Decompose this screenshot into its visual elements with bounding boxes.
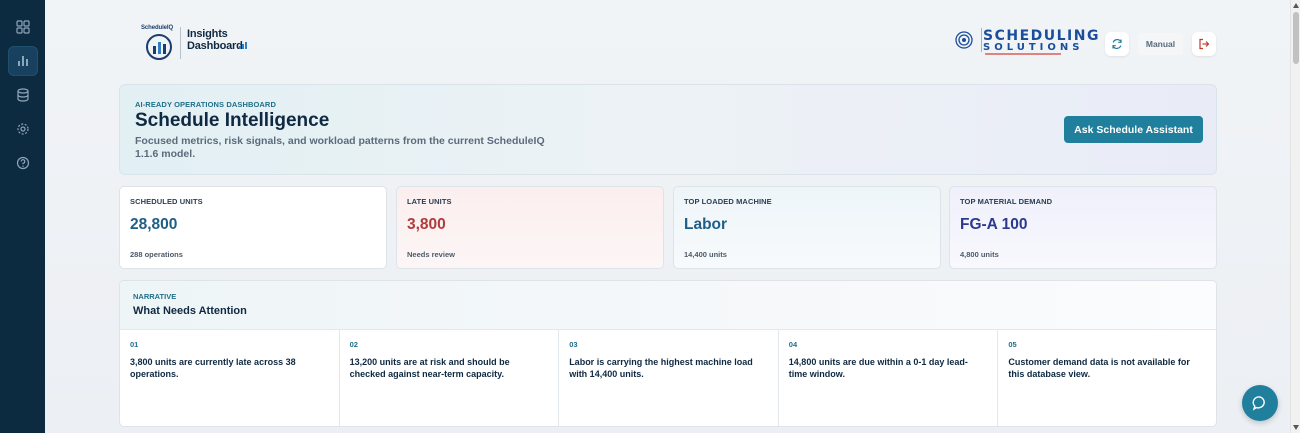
grid-icon	[16, 20, 30, 34]
page-scrollbar[interactable]	[1290, 0, 1300, 433]
logout-icon	[1199, 38, 1210, 50]
narrative-title: What Needs Attention	[133, 305, 247, 317]
brand-logo: ScheduleIQ Insights Dashboard	[141, 25, 251, 63]
narrative-item-number: 01	[130, 340, 139, 349]
brand-mini-text: ScheduleIQ	[141, 25, 174, 31]
brand-title-line1: Insights	[187, 28, 228, 40]
logout-button[interactable]	[1192, 32, 1216, 56]
partner-logo: SCHEDULING SOLUTIONS	[955, 28, 1098, 58]
metric-note: 4,800 units	[960, 250, 999, 259]
refresh-button[interactable]	[1105, 32, 1129, 56]
metric-value: 28,800	[130, 216, 178, 233]
narrative-item-text: 13,200 units are at risk and should be c…	[349, 357, 510, 379]
metric-card-late-units: LATE UNITS 3,800 Needs review	[396, 186, 664, 269]
metric-card-top-material-demand: TOP MATERIAL DEMAND FG-A 100 4,800 units	[949, 186, 1217, 269]
metric-note: Needs review	[407, 250, 455, 259]
narrative-item: 03 Labor is carrying the highest machine…	[559, 329, 779, 426]
sidebar	[0, 0, 45, 433]
metric-note: 288 operations	[130, 250, 183, 259]
sidebar-item-data[interactable]	[8, 80, 38, 110]
brand-divider	[180, 27, 181, 59]
narrative-item-number: 04	[788, 340, 798, 349]
narrative-eyebrow: NARRATIVE	[133, 292, 177, 301]
scroll-thumb[interactable]	[1293, 12, 1299, 64]
metric-note: 14,400 units	[684, 250, 727, 259]
narrative-item-text: 14,800 units are due within a 0-1 day le…	[788, 357, 968, 379]
narrative-item-number: 05	[1008, 340, 1017, 349]
hero-panel: AI-READY OPERATIONS DASHBOARD Schedule I…	[119, 84, 1217, 175]
narrative-item-text: Customer demand data is not available fo…	[1008, 357, 1190, 379]
narrative-item: 05 Customer demand data is not available…	[998, 329, 1216, 426]
bar-chart-icon	[18, 56, 28, 66]
hero-subtitle: Focused metrics, risk signals, and workl…	[135, 135, 545, 160]
target-icon	[955, 31, 973, 49]
narrative-item: 01 3,800 units are currently late across…	[120, 329, 340, 426]
manual-button[interactable]: Manual	[1138, 33, 1183, 55]
ask-assistant-button[interactable]: Ask Schedule Assistant	[1064, 116, 1203, 143]
metric-label: LATE UNITS	[407, 197, 452, 206]
sidebar-item-insights[interactable]	[8, 46, 38, 76]
brand-mini-chart-icon	[239, 42, 247, 49]
scroll-down-arrow-icon[interactable]	[1293, 425, 1299, 430]
gear-icon	[17, 123, 29, 135]
chat-bubble-icon	[1252, 396, 1265, 411]
partner-divider	[981, 28, 982, 52]
partner-name-line2: SOLUTIONS	[983, 42, 1084, 53]
sidebar-item-settings[interactable]	[8, 114, 38, 144]
narrative-header: NARRATIVE What Needs Attention	[120, 281, 1216, 329]
metric-label: TOP MATERIAL DEMAND	[960, 197, 1053, 206]
sidebar-item-dashboard[interactable]	[8, 12, 38, 42]
metric-value: FG-A 100	[960, 216, 1028, 233]
metric-label: TOP LOADED MACHINE	[684, 197, 772, 206]
metric-card-top-loaded-machine: TOP LOADED MACHINE Labor 14,400 units	[673, 186, 941, 269]
page-title: Schedule Intelligence	[135, 110, 330, 131]
narrative-item-number: 03	[569, 340, 578, 349]
chat-assistant-button[interactable]	[1242, 385, 1278, 421]
sidebar-item-help[interactable]	[8, 148, 38, 178]
brand-title-line2: Dashboard	[187, 40, 243, 52]
narrative-item: 04 14,800 units are due within a 0-1 day…	[778, 329, 999, 426]
partner-tagline-mark	[985, 53, 1061, 55]
narrative-item-number: 02	[349, 340, 358, 349]
narrative-item: 02 13,200 units are at risk and should b…	[339, 329, 560, 426]
database-icon	[17, 88, 29, 102]
narrative-panel: NARRATIVE What Needs Attention 01 3,800 …	[119, 280, 1217, 427]
logo-emblem-icon	[146, 34, 172, 60]
refresh-icon	[1112, 38, 1122, 50]
narrative-item-text: Labor is carrying the highest machine lo…	[569, 357, 753, 379]
metric-card-scheduled-units: SCHEDULED UNITS 28,800 288 operations	[119, 186, 387, 269]
hero-eyebrow: AI-READY OPERATIONS DASHBOARD	[135, 100, 276, 109]
scroll-up-arrow-icon[interactable]	[1293, 3, 1299, 8]
metric-value: Labor	[684, 216, 728, 233]
metric-label: SCHEDULED UNITS	[130, 197, 203, 206]
metric-value: 3,800	[407, 216, 446, 233]
help-icon	[16, 156, 30, 170]
narrative-item-text: 3,800 units are currently late across 38…	[130, 357, 296, 379]
